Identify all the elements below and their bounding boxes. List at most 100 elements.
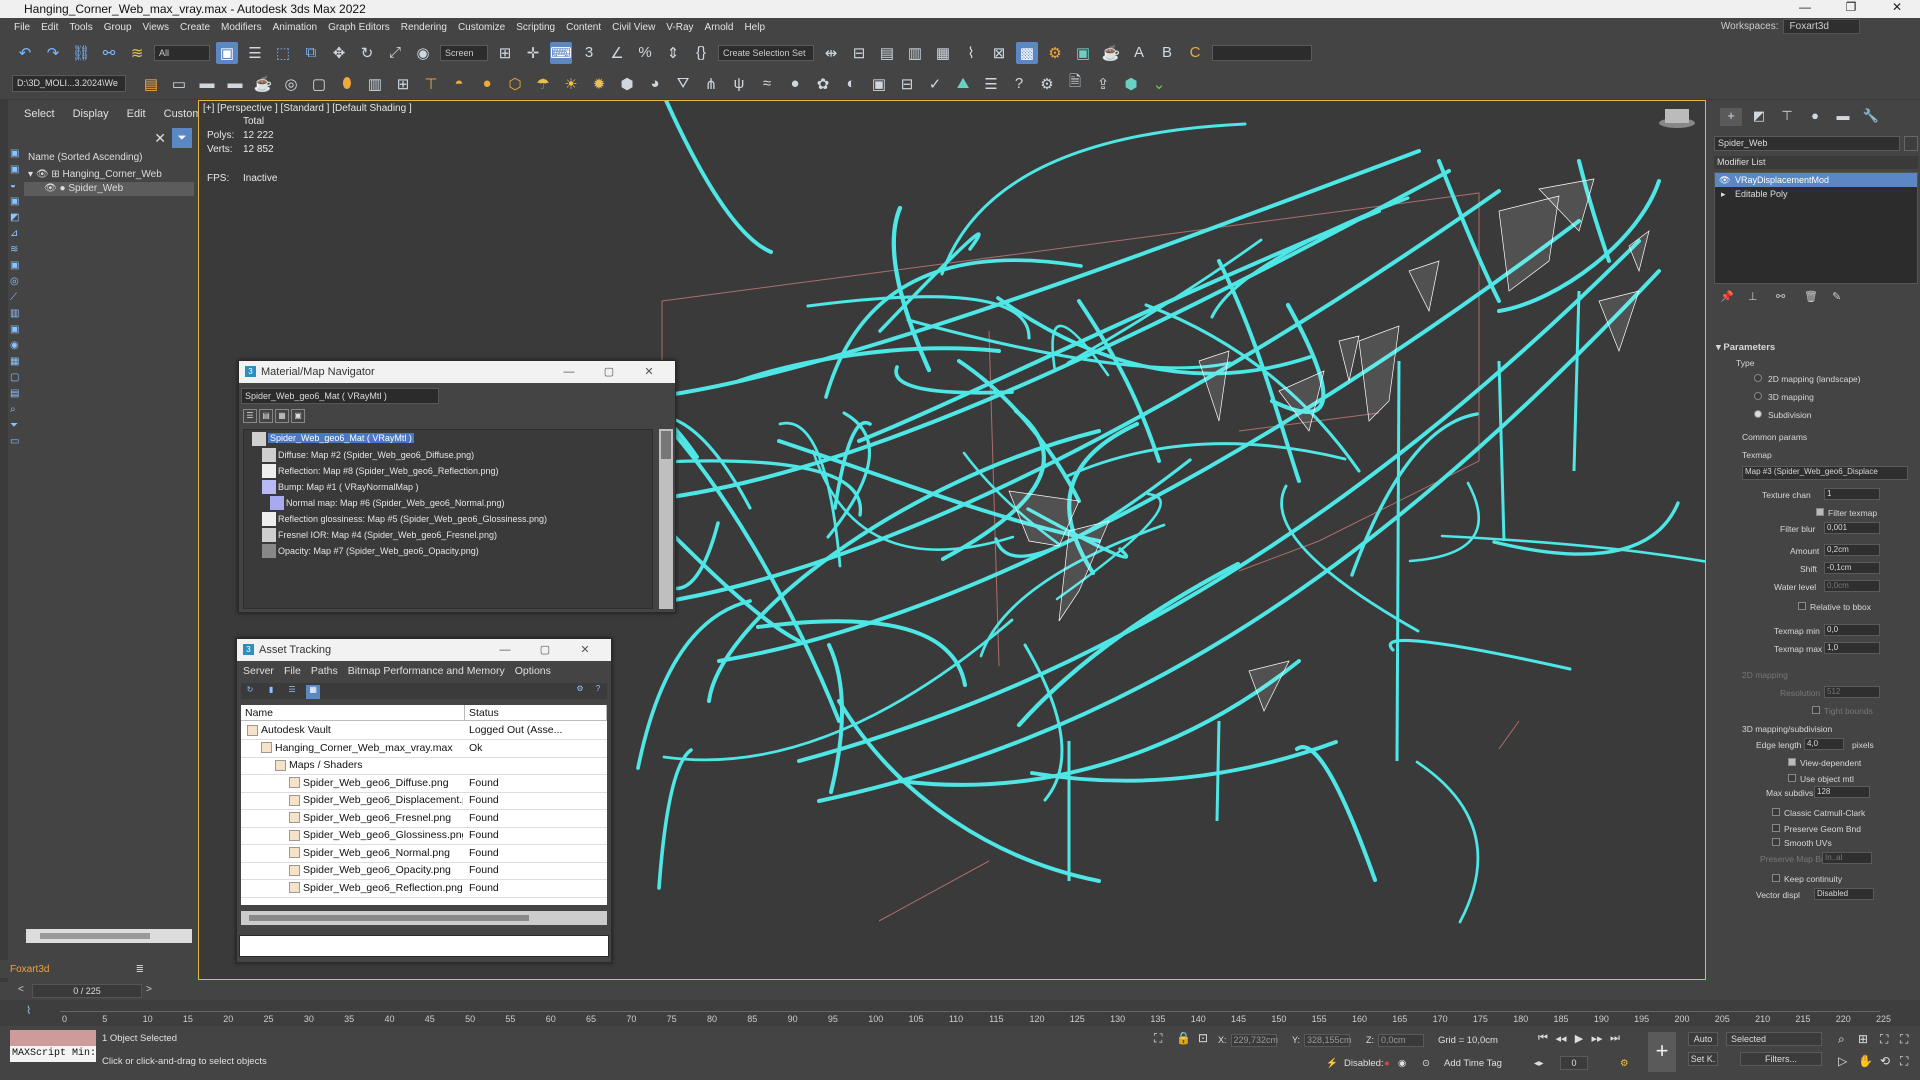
move-icon[interactable]: ✥	[328, 42, 350, 64]
asset-row-name[interactable]: Spider_Web_geo6_Glossiness.png	[289, 827, 463, 844]
select-by-name-icon[interactable]: ☰	[244, 42, 266, 64]
radio-3d-mapping[interactable]	[1754, 392, 1762, 400]
display-helpers-icon[interactable]: ⊿	[10, 228, 22, 240]
auto-key-button[interactable]: Auto	[1688, 1032, 1718, 1046]
maxscript-listener-output[interactable]	[10, 1030, 96, 1046]
minimize-button[interactable]: —	[549, 361, 589, 383]
select-object-icon[interactable]: ▣	[216, 41, 238, 64]
asset-row-name[interactable]: Spider_Web_geo6_Reflection.png	[289, 880, 463, 897]
create-sunsky-icon[interactable]: ✹	[588, 73, 610, 95]
vector-displ-dropdown[interactable]: Disabled	[1814, 888, 1874, 900]
create-proxy-icon[interactable]: ⊞	[392, 73, 414, 95]
tree-item-diffuse[interactable]: Diffuse: Map #2 (Spider_Web_geo6_Diffuse…	[278, 450, 474, 460]
display-spacewarps-icon[interactable]: ≋	[10, 244, 22, 256]
asset-row-name[interactable]: Spider_Web_geo6_Normal.png	[289, 845, 463, 862]
y-coordinate[interactable]: Y: 328,155cm	[1292, 1034, 1352, 1047]
water-level-spinner[interactable]: 0,0cm	[1824, 580, 1880, 592]
file-icon[interactable]: 🗎	[1064, 73, 1086, 95]
asset-row-name[interactable]: Spider_Web_geo6_Fresnel.png	[289, 810, 463, 827]
asset-row-name[interactable]: Spider_Web_geo6_Diffuse.png	[289, 775, 463, 792]
tight-bounds-checkbox[interactable]	[1812, 706, 1820, 714]
named-selection-set-dropdown[interactable]: Create Selection Set	[718, 44, 814, 61]
filter-icon[interactable]: ⏷	[10, 420, 22, 432]
create-sphere-light-icon[interactable]: ●	[476, 73, 498, 95]
create-cube-icon[interactable]: ⬢	[616, 73, 638, 95]
material-palette-icon[interactable]: ✿	[812, 73, 834, 95]
asset-row-name[interactable]: Autodesk Vault	[247, 722, 463, 739]
go-to-start-icon[interactable]: ⏮	[1534, 1032, 1552, 1048]
go-to-end-icon[interactable]: ⏭	[1606, 1032, 1624, 1048]
maximize-button[interactable]: ❐	[1828, 0, 1874, 14]
hierarchy-tab-icon[interactable]: ⊤	[1776, 108, 1798, 126]
schematic-view-icon[interactable]: ⊠	[988, 42, 1010, 64]
catmull-clark-checkbox[interactable]	[1772, 808, 1780, 816]
make-unique-icon[interactable]: ⚯	[1776, 290, 1792, 306]
scale-icon[interactable]: ⤢	[384, 42, 406, 64]
tree-item-normal-map[interactable]: Normal map: Map #6 (Spider_Web_geo6_Norm…	[286, 498, 504, 508]
tree-view-icon[interactable]: ▦	[306, 685, 321, 699]
parameters-title[interactable]: ▾ Parameters	[1716, 342, 1916, 353]
menu-v-ray[interactable]: V-Ray	[666, 22, 693, 33]
create-wall-icon[interactable]: ▬	[196, 73, 218, 95]
amount-spinner[interactable]: 0,2cm	[1824, 544, 1880, 556]
display-tab-icon[interactable]: ▬	[1832, 108, 1854, 126]
create-light-icon[interactable]: ⊤	[420, 73, 442, 95]
preserve-geom-checkbox[interactable]	[1772, 824, 1780, 832]
material-tree-scrollbar[interactable]	[659, 429, 673, 609]
display-invert-icon[interactable]: ▤	[10, 388, 22, 400]
create-box-icon[interactable]: ▤	[140, 73, 162, 95]
preserve-map-dropdown[interactable]: In..al	[1822, 852, 1872, 864]
display-groups-icon[interactable]: ▣	[10, 260, 22, 272]
find-icon[interactable]: ⌕	[10, 404, 22, 416]
chaos-cloud-icon[interactable]: ⛰	[952, 73, 974, 95]
reference-coordinate-dropdown[interactable]: Screen	[440, 44, 488, 61]
filter-toggle-icon[interactable]: ⏷	[172, 128, 192, 148]
visibility-eye-icon[interactable]: 👁	[36, 169, 49, 180]
track-bar[interactable]: ⌇ 0 5 10 15 20 25 30 35 40 45 50 55 60 65 70 75 80 85 90 95…	[0, 1000, 1920, 1026]
display-shapes-icon[interactable]: ◒	[10, 180, 22, 192]
create-ies-icon[interactable]: ☂	[532, 73, 554, 95]
object-name-field[interactable]: Spider_Web	[1714, 136, 1900, 151]
display-xrefs-icon[interactable]: ◎	[10, 276, 22, 288]
menu-group[interactable]: Group	[104, 22, 132, 33]
render-icon[interactable]: ☕	[1100, 42, 1122, 64]
vfb-icon[interactable]: ▣	[868, 73, 890, 95]
menu-rendering[interactable]: Rendering	[401, 22, 447, 33]
scene-item-spider-web[interactable]: 👁 ● Spider_Web	[24, 182, 194, 196]
pivot-icon[interactable]: ⊞	[494, 42, 516, 64]
create-tube-icon[interactable]: ▥	[364, 73, 386, 95]
maximize-button[interactable]: ▢	[589, 361, 629, 383]
x-coordinate[interactable]: X: 229,732cm	[1218, 1034, 1278, 1047]
close-button[interactable]: ✕	[565, 639, 605, 661]
menu-graph-editors[interactable]: Graph Editors	[328, 22, 390, 33]
rotate-icon[interactable]: ↻	[356, 42, 378, 64]
log-icon[interactable]: ☰	[980, 73, 1002, 95]
settings-icon[interactable]: ⚙	[1036, 73, 1058, 95]
display-cameras-icon[interactable]: ◩	[10, 212, 22, 224]
window-crossing-icon[interactable]: ⧉	[300, 42, 322, 64]
zoom-icon[interactable]: ⌕	[1838, 1032, 1845, 1047]
create-floor-icon[interactable]: ▬	[224, 73, 246, 95]
vray-logo-icon[interactable]: ✓	[924, 73, 946, 95]
curve-editor-icon[interactable]: ⌇	[960, 42, 982, 64]
tree-item-fresnel-ior[interactable]: Fresnel IOR: Map #4 (Spider_Web_geo6_Fre…	[278, 530, 497, 540]
lister-icon[interactable]: ⊟	[896, 73, 918, 95]
ribbon-icon[interactable]: ▥	[904, 42, 926, 64]
minimize-button[interactable]: —	[485, 639, 525, 661]
column-header-name[interactable]: Name	[241, 705, 465, 721]
material-browser-icon[interactable]: ◐	[840, 73, 862, 95]
time-slider-thumb[interactable]: 0 / 225	[32, 984, 142, 998]
use-object-mtl-checkbox[interactable]	[1788, 774, 1796, 782]
show-end-result-icon[interactable]: ⊥	[1748, 290, 1764, 306]
expand-arrow-icon[interactable]: ▸	[1721, 187, 1726, 201]
menu-help[interactable]: Help	[744, 22, 765, 33]
material-path-field[interactable]: Spider_Web_geo6_Mat ( VRayMtl )	[241, 388, 439, 404]
pan-icon[interactable]: ✋	[1858, 1054, 1873, 1068]
display-hidden-icon[interactable]: ◉	[10, 340, 22, 352]
clear-search-icon[interactable]: ✕	[154, 130, 166, 147]
text-c-icon[interactable]: C	[1184, 42, 1206, 64]
smooth-uvs-checkbox[interactable]	[1772, 838, 1780, 846]
percent-snap-icon[interactable]: %	[634, 42, 656, 64]
asset-menu-options[interactable]: Options	[515, 665, 551, 677]
scene-tab-edit[interactable]: Edit	[127, 108, 146, 120]
